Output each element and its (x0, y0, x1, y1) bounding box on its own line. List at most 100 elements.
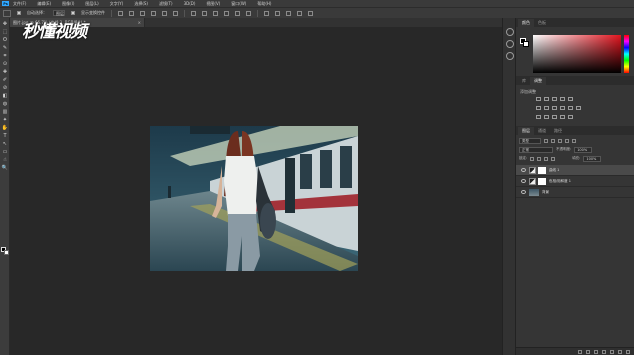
align-top-icon[interactable] (118, 10, 123, 16)
levels-icon[interactable] (544, 97, 549, 101)
lock-all-icon[interactable] (551, 156, 556, 161)
show-transform-checkbox[interactable] (71, 11, 75, 15)
brightness-icon[interactable] (536, 97, 541, 101)
menu-image[interactable]: 图像(I) (62, 1, 74, 7)
move-tool-preset-icon[interactable] (3, 9, 11, 17)
background-color-swatch[interactable] (4, 250, 9, 255)
rectangle-icon[interactable]: ▭ (2, 150, 8, 155)
gradient-map-icon[interactable] (560, 115, 565, 119)
filter-type-icon[interactable] (558, 138, 562, 143)
blend-mode-dropdown[interactable]: 正常 (519, 146, 553, 153)
hand-icon[interactable]: ✋ (2, 126, 8, 131)
align-bottom-icon[interactable] (140, 10, 145, 16)
delete-layer-icon[interactable] (626, 349, 630, 354)
curves-icon[interactable] (552, 97, 557, 101)
quick-select-icon[interactable]: ✎ (2, 46, 8, 51)
menu-type[interactable]: 文字(Y) (110, 1, 124, 7)
layer-row[interactable]: 背景 (516, 187, 634, 198)
eye-icon[interactable] (521, 190, 526, 194)
tab-libraries[interactable]: 库 (518, 77, 530, 85)
eye-icon[interactable] (521, 179, 526, 183)
blur-icon[interactable]: ◍ (2, 102, 8, 107)
vibrance-icon[interactable] (568, 97, 573, 101)
eye-icon[interactable] (521, 168, 526, 172)
3d-roll-icon[interactable] (286, 10, 291, 16)
align-center-icon[interactable] (162, 10, 167, 16)
posterize-icon[interactable] (544, 115, 549, 119)
add-mask-icon[interactable] (594, 349, 598, 354)
menu-layer[interactable]: 图层(L) (85, 1, 98, 7)
menu-select[interactable]: 选择(S) (134, 1, 148, 7)
gradient-icon[interactable]: ▥ (2, 110, 8, 115)
layer-mask-thumbnail[interactable] (538, 177, 546, 185)
color-lookup-icon[interactable] (576, 106, 581, 110)
distribute-center-icon[interactable] (235, 10, 240, 16)
3d-pan-icon[interactable] (297, 10, 302, 16)
tab-channels[interactable]: 通道 (534, 127, 550, 135)
color-background-swatch[interactable] (523, 41, 529, 47)
eraser-icon[interactable]: ◧ (2, 94, 8, 99)
opacity-field[interactable]: 100% (574, 146, 593, 153)
distribute-bottom-icon[interactable] (213, 10, 218, 16)
layer-kind-filter[interactable]: 类型 (519, 137, 541, 144)
clone-stamp-icon[interactable]: ⊘ (2, 86, 8, 91)
lasso-icon[interactable]: ʘ (2, 38, 8, 43)
tab-swatches[interactable]: 色板 (534, 19, 550, 27)
tab-layers[interactable]: 图层 (518, 127, 534, 135)
document-canvas-image[interactable] (150, 126, 358, 271)
lock-paint-icon[interactable] (537, 156, 542, 161)
new-layer-icon[interactable] (618, 349, 622, 354)
invert-icon[interactable] (536, 115, 541, 119)
filter-adjust-icon[interactable] (551, 138, 555, 143)
hand-pan-icon[interactable]: ☝ (2, 158, 8, 163)
layer-name[interactable]: 色相/饱和度 1 (549, 179, 571, 184)
tab-paths[interactable]: 路径 (550, 127, 566, 135)
photo-filter-icon[interactable] (560, 106, 565, 110)
history-icon[interactable] (506, 28, 514, 36)
color-picker-field[interactable] (533, 35, 621, 73)
filter-shape-icon[interactable] (565, 138, 569, 143)
type-icon[interactable]: T (2, 134, 8, 139)
path-select-icon[interactable]: ↖ (2, 142, 8, 147)
hue-slider[interactable] (624, 35, 629, 73)
align-right-icon[interactable] (173, 10, 178, 16)
layer-name[interactable]: 背景 (542, 190, 549, 195)
layer-row[interactable]: 色相/饱和度 1 (516, 176, 634, 187)
align-left-icon[interactable] (151, 10, 156, 16)
new-adjustment-icon[interactable] (602, 349, 606, 354)
zoom-icon[interactable]: 🔍 (2, 166, 8, 171)
3d-slide-icon[interactable] (308, 10, 313, 16)
menu-filter[interactable]: 滤镜(T) (159, 1, 173, 7)
color-balance-icon[interactable] (544, 106, 549, 110)
lock-position-icon[interactable] (544, 156, 549, 161)
distribute-right-icon[interactable] (246, 10, 251, 16)
layer-name[interactable]: 曲线 1 (549, 168, 559, 173)
align-middle-icon[interactable] (129, 10, 134, 16)
brush-icon[interactable]: ✐ (2, 78, 8, 83)
healing-brush-icon[interactable]: ✚ (2, 70, 8, 75)
fill-field[interactable]: 100% (583, 155, 602, 162)
menu-help[interactable]: 帮助(H) (257, 1, 271, 7)
menu-file[interactable]: 文件(F) (13, 1, 26, 7)
menu-view[interactable]: 视图(V) (206, 1, 220, 7)
distribute-middle-icon[interactable] (202, 10, 207, 16)
menu-window[interactable]: 窗口(W) (231, 1, 246, 7)
3d-orbit-icon[interactable] (275, 10, 280, 16)
tab-color[interactable]: 颜色 (518, 19, 534, 27)
distribute-top-icon[interactable] (191, 10, 196, 16)
filter-smart-icon[interactable] (572, 138, 576, 143)
tab-adjustments[interactable]: 调整 (530, 77, 546, 85)
crop-icon[interactable]: ⌗ (2, 54, 8, 59)
black-white-icon[interactable] (552, 106, 557, 110)
menu-edit[interactable]: 编辑(E) (37, 1, 51, 7)
move-icon[interactable]: ✥ (2, 22, 8, 27)
filter-pixel-icon[interactable] (544, 138, 548, 143)
layer-row[interactable]: 曲线 1 (516, 165, 634, 176)
link-layers-icon[interactable] (578, 349, 582, 354)
new-group-icon[interactable] (610, 349, 614, 354)
lock-pixels-icon[interactable] (530, 156, 535, 161)
threshold-icon[interactable] (552, 115, 557, 119)
eyedropper-icon[interactable]: ⊙ (2, 62, 8, 67)
close-tab-icon[interactable]: × (138, 18, 141, 27)
layer-mask-thumbnail[interactable] (538, 166, 546, 174)
